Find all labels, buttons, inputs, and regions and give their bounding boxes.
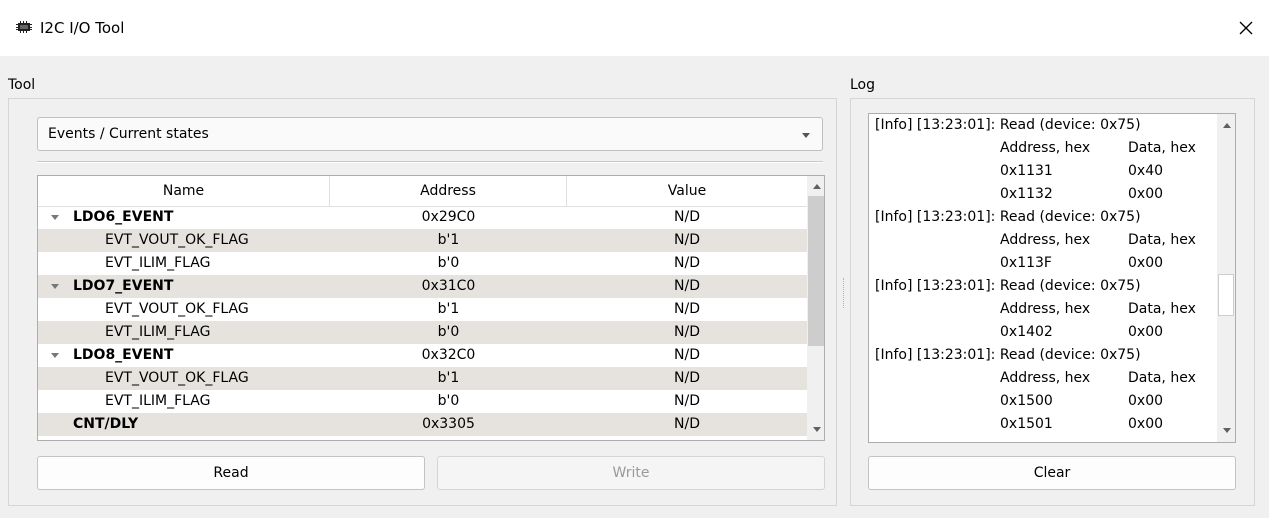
table-row[interactable]: CNT/DLY 0x3305 N/D xyxy=(38,413,807,436)
row-address: b'0 xyxy=(437,393,460,409)
log-col-data: Data, hex xyxy=(1128,232,1196,248)
log-address: 0x1501 xyxy=(1000,416,1053,432)
log-data: 0x00 xyxy=(1128,393,1164,409)
close-icon xyxy=(1239,21,1253,35)
table-row[interactable]: EVT_VOUT_OK_FLAG b'1 N/D xyxy=(38,298,807,321)
row-address: 0x29C0 xyxy=(421,209,476,225)
log-view[interactable]: [Info] [13:23:01]: Read (device: 0x75) A… xyxy=(868,113,1236,443)
column-header-value[interactable]: Value xyxy=(567,176,807,206)
window-title: I2C I/O Tool xyxy=(40,19,125,37)
register-group-select[interactable]: Events / Current states xyxy=(37,117,823,151)
table-row[interactable]: LDO7_EVENT 0x31C0 N/D xyxy=(38,275,807,298)
log-col-data: Data, hex xyxy=(1128,301,1196,317)
table-row[interactable]: LDO8_EVENT 0x32C0 N/D xyxy=(38,344,807,367)
chip-icon xyxy=(16,21,32,33)
close-button[interactable] xyxy=(1223,0,1269,56)
register-table[interactable]: Name Address Value LDO6_EVENT 0x29C0 N/D… xyxy=(37,175,825,441)
row-address: b'0 xyxy=(437,255,460,271)
table-row[interactable]: EVT_VOUT_OK_FLAG b'1 N/D xyxy=(38,229,807,252)
scroll-down-icon[interactable] xyxy=(813,427,821,432)
log-address: 0x1132 xyxy=(1000,186,1053,202)
register-group-value: Events / Current states xyxy=(48,126,209,142)
row-address: b'1 xyxy=(437,370,460,386)
scrollbar-thumb[interactable] xyxy=(808,196,824,346)
log-entry-header: [Info] [13:23:01]: Read (device: 0x75) xyxy=(875,209,1141,225)
separator xyxy=(37,161,823,163)
scroll-up-icon[interactable] xyxy=(813,184,821,189)
table-row[interactable]: LDO6_EVENT 0x29C0 N/D xyxy=(38,206,807,229)
tool-section-label: Tool xyxy=(8,77,36,93)
splitter-handle[interactable] xyxy=(843,278,846,308)
row-value: N/D xyxy=(674,209,700,225)
row-value: N/D xyxy=(674,255,700,271)
row-address: 0x31C0 xyxy=(421,278,476,294)
log-entry-header: [Info] [13:23:01]: Read (device: 0x75) xyxy=(875,347,1141,363)
log-entry-header: [Info] [13:23:01]: Read (device: 0x75) xyxy=(875,117,1141,133)
table-row[interactable]: EVT_ILIM_FLAG b'0 N/D xyxy=(38,252,807,275)
log-col-data: Data, hex xyxy=(1128,140,1196,156)
log-section-label: Log xyxy=(850,77,876,93)
log-col-data: Data, hex xyxy=(1128,370,1196,386)
log-address: 0x1402 xyxy=(1000,324,1053,340)
log-col-address: Address, hex xyxy=(1000,301,1091,317)
row-value: N/D xyxy=(674,324,700,340)
write-button[interactable]: Write xyxy=(437,456,825,490)
row-address: 0x3305 xyxy=(422,416,475,432)
row-value: N/D xyxy=(674,370,700,386)
row-address: b'1 xyxy=(437,301,460,317)
table-header: Name Address Value xyxy=(38,176,807,207)
log-address: 0x1131 xyxy=(1000,163,1053,179)
log-scrollbar[interactable] xyxy=(1217,114,1235,442)
log-col-address: Address, hex xyxy=(1000,232,1091,248)
log-address: 0x1500 xyxy=(1000,393,1053,409)
row-value: N/D xyxy=(674,301,700,317)
log-data: 0x00 xyxy=(1128,324,1164,340)
log-col-address: Address, hex xyxy=(1000,370,1091,386)
log-col-address: Address, hex xyxy=(1000,140,1091,156)
title-bar: I2C I/O Tool xyxy=(0,0,1269,56)
row-name: CNT/DLY xyxy=(73,416,139,432)
row-value: N/D xyxy=(674,393,700,409)
row-value: N/D xyxy=(674,347,700,363)
row-name: LDO8_EVENT xyxy=(73,347,174,363)
clear-button[interactable]: Clear xyxy=(868,456,1236,490)
table-row[interactable]: EVT_VOUT_OK_FLAG b'1 N/D xyxy=(38,367,807,390)
scroll-up-icon[interactable] xyxy=(1223,123,1231,128)
table-scrollbar[interactable] xyxy=(807,176,824,440)
row-address: 0x32C0 xyxy=(421,347,476,363)
log-entry-header: [Info] [13:23:01]: Read (device: 0x75) xyxy=(875,278,1141,294)
column-header-name[interactable]: Name xyxy=(38,176,330,206)
row-value: N/D xyxy=(674,416,700,432)
column-header-address[interactable]: Address xyxy=(330,176,567,206)
scroll-down-icon[interactable] xyxy=(1223,428,1231,433)
row-value: N/D xyxy=(674,232,700,248)
log-address: 0x113F xyxy=(1000,255,1052,271)
log-data: 0x00 xyxy=(1128,186,1164,202)
row-address: b'0 xyxy=(437,324,460,340)
row-address: b'1 xyxy=(437,232,460,248)
chevron-down-icon xyxy=(802,133,810,138)
log-data: 0x00 xyxy=(1128,255,1164,271)
log-data: 0x40 xyxy=(1128,163,1164,179)
log-data: 0x00 xyxy=(1128,416,1164,432)
read-button[interactable]: Read xyxy=(37,456,425,490)
scrollbar-thumb[interactable] xyxy=(1218,274,1234,316)
table-row[interactable]: EVT_ILIM_FLAG b'0 N/D xyxy=(38,321,807,344)
row-name: LDO6_EVENT xyxy=(73,209,174,225)
table-row[interactable]: EVT_ILIM_FLAG b'0 N/D xyxy=(38,390,807,413)
row-value: N/D xyxy=(674,278,700,294)
row-name: LDO7_EVENT xyxy=(73,278,174,294)
